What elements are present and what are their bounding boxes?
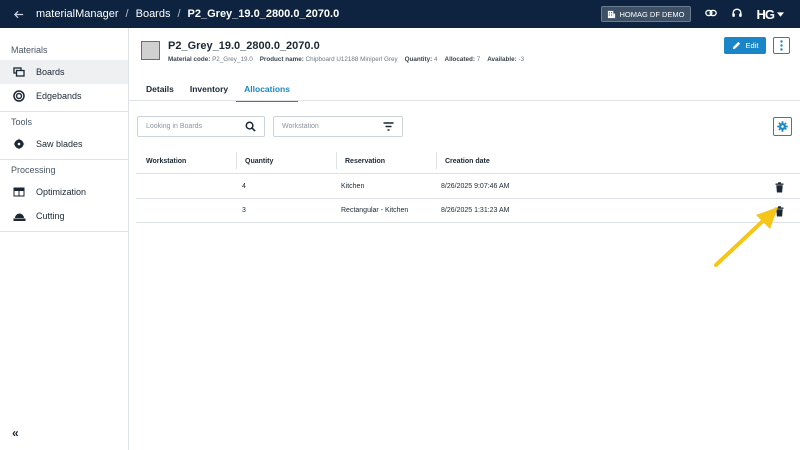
sidebar-divider <box>0 231 128 232</box>
sidebar: Materials Boards Edgebands Tools Saw bla… <box>0 28 129 450</box>
column-header-creation-date[interactable]: Creation date <box>445 153 490 169</box>
sidebar-item-edgebands[interactable]: Edgebands <box>0 84 128 108</box>
sidebar-item-label: Optimization <box>36 187 87 197</box>
column-header-workstation[interactable]: Workstation <box>146 153 186 169</box>
cell-creation-date: 8/26/2025 1:31:23 AM <box>441 206 510 214</box>
cutting-icon <box>12 211 26 222</box>
gear-icon <box>777 121 788 132</box>
workstation-filter-input[interactable]: Workstation <box>273 116 403 137</box>
building-icon <box>607 10 615 18</box>
sidebar-item-saw-blades[interactable]: Saw blades <box>0 132 128 156</box>
hg-logo: HG <box>756 6 775 22</box>
annotation-arrow-icon <box>714 207 778 267</box>
sidebar-section-tools: Tools <box>11 117 33 127</box>
meta-available: Available: -3 <box>487 56 525 63</box>
edit-button[interactable]: Edit <box>724 37 766 54</box>
kebab-menu-icon <box>780 40 783 51</box>
column-header-reservation[interactable]: Reservation <box>345 153 385 169</box>
column-separator <box>336 152 337 169</box>
sidebar-section-processing: Processing <box>11 165 56 175</box>
trash-icon <box>775 182 784 193</box>
tab-allocations[interactable]: Allocations <box>236 80 298 102</box>
more-options-button[interactable] <box>773 37 790 54</box>
boards-search-input[interactable]: Looking in Boards <box>137 116 265 137</box>
cell-reservation: Kitchen <box>341 182 365 190</box>
workstation-filter-placeholder: Workstation <box>282 123 319 130</box>
breadcrumb-boards[interactable]: Boards <box>136 8 171 20</box>
cell-creation-date: 8/26/2025 9:07:46 AM <box>441 182 510 190</box>
breadcrumb-current: P2_Grey_19.0_2800.0_2070.0 <box>187 8 340 20</box>
tab-inventory[interactable]: Inventory <box>182 80 236 102</box>
back-arrow-icon[interactable] <box>0 9 36 20</box>
edit-label: Edit <box>745 41 759 50</box>
sidebar-item-label: Edgebands <box>36 91 82 101</box>
breadcrumb-material-manager[interactable]: materialManager <box>36 8 119 20</box>
cell-reservation: Rectangular - Kitchen <box>341 206 409 214</box>
sidebar-item-label: Cutting <box>36 211 65 221</box>
breadcrumb: materialManager / Boards / P2_Grey_19.0_… <box>36 8 339 20</box>
meta-product-name: Product name: Chipboard U12188 Miniperl … <box>259 56 398 63</box>
sidebar-item-label: Boards <box>36 67 65 77</box>
support-headset-icon[interactable] <box>731 7 743 22</box>
page-title: P2_Grey_19.0_2800.0_2070.0 <box>168 40 320 52</box>
sidebar-item-optimization[interactable]: Optimization <box>0 180 128 204</box>
tab-bar: Details Inventory Allocations <box>138 80 298 102</box>
pencil-icon <box>732 41 740 50</box>
column-header-quantity[interactable]: Quantity <box>245 153 273 169</box>
material-header: P2_Grey_19.0_2800.0_2070.0 Material code… <box>141 40 524 63</box>
optimization-icon <box>12 187 26 197</box>
tenant-selector[interactable]: HOMAG DF DEMO <box>600 6 691 22</box>
boards-search-placeholder: Looking in Boards <box>146 123 203 130</box>
user-menu[interactable]: HG <box>756 6 784 22</box>
search-icon <box>245 121 256 132</box>
meta-quantity: Quantity: 4 <box>404 56 438 63</box>
column-separator <box>436 152 437 169</box>
sidebar-item-label: Saw blades <box>36 139 83 149</box>
column-separator <box>236 152 237 169</box>
edgeband-roll-icon <box>12 90 26 102</box>
tenant-name: HOMAG DF DEMO <box>619 9 685 19</box>
top-bar: materialManager / Boards / P2_Grey_19.0_… <box>0 0 800 28</box>
collapse-sidebar-button[interactable]: « <box>12 426 19 440</box>
cell-quantity: 4 <box>242 182 246 190</box>
link-icon[interactable] <box>704 7 717 22</box>
table-settings-button[interactable] <box>773 117 792 136</box>
breadcrumb-separator: / <box>125 8 129 20</box>
boards-icon <box>12 67 26 77</box>
sidebar-item-cutting[interactable]: Cutting <box>0 204 128 228</box>
cell-quantity: 3 <box>242 206 246 214</box>
filter-icon <box>383 122 394 131</box>
material-color-swatch <box>141 41 160 60</box>
chevron-down-icon <box>777 11 784 17</box>
table-header-divider <box>136 173 800 174</box>
tabs-divider <box>129 100 800 101</box>
saw-blade-icon <box>12 138 26 150</box>
tab-details[interactable]: Details <box>138 80 182 102</box>
material-meta: Material code: P2_Grey_19.0 Product name… <box>168 56 524 63</box>
breadcrumb-separator: / <box>177 8 181 20</box>
meta-allocated: Allocated: 7 <box>444 56 481 63</box>
sidebar-item-boards[interactable]: Boards <box>0 60 128 84</box>
sidebar-section-materials: Materials <box>11 45 48 55</box>
meta-material-code: Material code: P2_Grey_19.0 <box>168 56 253 63</box>
